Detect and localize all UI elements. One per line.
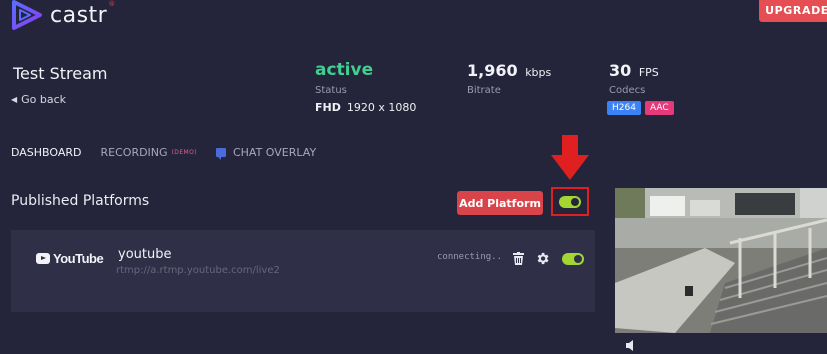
codec-badge-aac: AAC: [644, 101, 674, 115]
toggle-knob: [574, 255, 582, 263]
youtube-play-icon: [36, 253, 50, 264]
tab-chat-overlay-label: CHAT OVERLAY: [232, 146, 317, 159]
status-value: active: [315, 60, 374, 80]
fps-unit: FPS: [638, 66, 659, 79]
resolution: FHD 1920 x 1080: [315, 101, 416, 114]
castr-logo[interactable]: castr®: [9, 0, 116, 30]
add-platform-button[interactable]: Add Platform: [457, 191, 543, 215]
platform-name: youtube: [118, 247, 172, 262]
brand-name: castr®: [50, 0, 116, 28]
chat-icon: [215, 148, 226, 160]
platform-toggle-track: [562, 253, 584, 265]
platform-status: connecting..: [437, 252, 503, 262]
tab-recording[interactable]: RECORDING (DEMO): [101, 146, 197, 159]
go-back-link[interactable]: ◀ Go back: [11, 93, 66, 106]
gear-icon[interactable]: [535, 251, 550, 266]
youtube-logo: YouTube: [36, 251, 104, 266]
go-back-label: Go back: [21, 93, 67, 106]
castr-logo-icon: [12, 0, 42, 30]
codec-badge-h264: H264: [607, 101, 641, 115]
platform-url: rtmp://a.rtmp.youtube.com/live2: [116, 265, 280, 276]
resolution-value: 1920 x 1080: [346, 101, 417, 114]
bitrate: 1,960 kbps: [467, 61, 551, 80]
published-platforms-title: Published Platforms: [11, 193, 150, 209]
bitrate-label: Bitrate: [467, 85, 501, 96]
youtube-logo-text: YouTube: [53, 251, 104, 266]
fps-value: 30: [609, 61, 632, 80]
bitrate-unit: kbps: [525, 66, 552, 79]
trash-icon[interactable]: [513, 252, 524, 265]
stream-title: Test Stream: [13, 64, 108, 83]
status-label: Status: [315, 85, 347, 96]
video-preview[interactable]: [615, 188, 827, 333]
speaker-icon[interactable]: [626, 340, 638, 351]
platform-card-youtube: [11, 230, 595, 312]
resolution-label: FHD: [315, 101, 341, 114]
codecs-label: Codecs: [609, 85, 646, 96]
upgrade-button[interactable]: UPGRADE: [759, 0, 827, 22]
video-controls-bar: [615, 333, 827, 354]
platform-toggle[interactable]: [562, 253, 584, 265]
codec-badges: H264 AAC: [607, 101, 674, 115]
tab-dashboard[interactable]: DASHBOARD: [11, 146, 82, 159]
master-publish-toggle[interactable]: [559, 195, 581, 208]
master-toggle-highlight: [551, 187, 589, 216]
bitrate-value: 1,960: [467, 61, 518, 80]
fps: 30 FPS: [609, 61, 659, 80]
tab-recording-label: RECORDING: [100, 146, 168, 159]
toggle-knob: [571, 197, 579, 206]
demo-tag: (DEMO): [171, 149, 197, 156]
red-arrow-down-icon: [551, 135, 589, 180]
tab-chat-overlay[interactable]: CHAT OVERLAY: [215, 146, 317, 160]
stream-tabs: DASHBOARD RECORDING (DEMO) CHAT OVERLAY: [11, 146, 335, 160]
chevron-left-icon: ◀: [11, 95, 18, 104]
